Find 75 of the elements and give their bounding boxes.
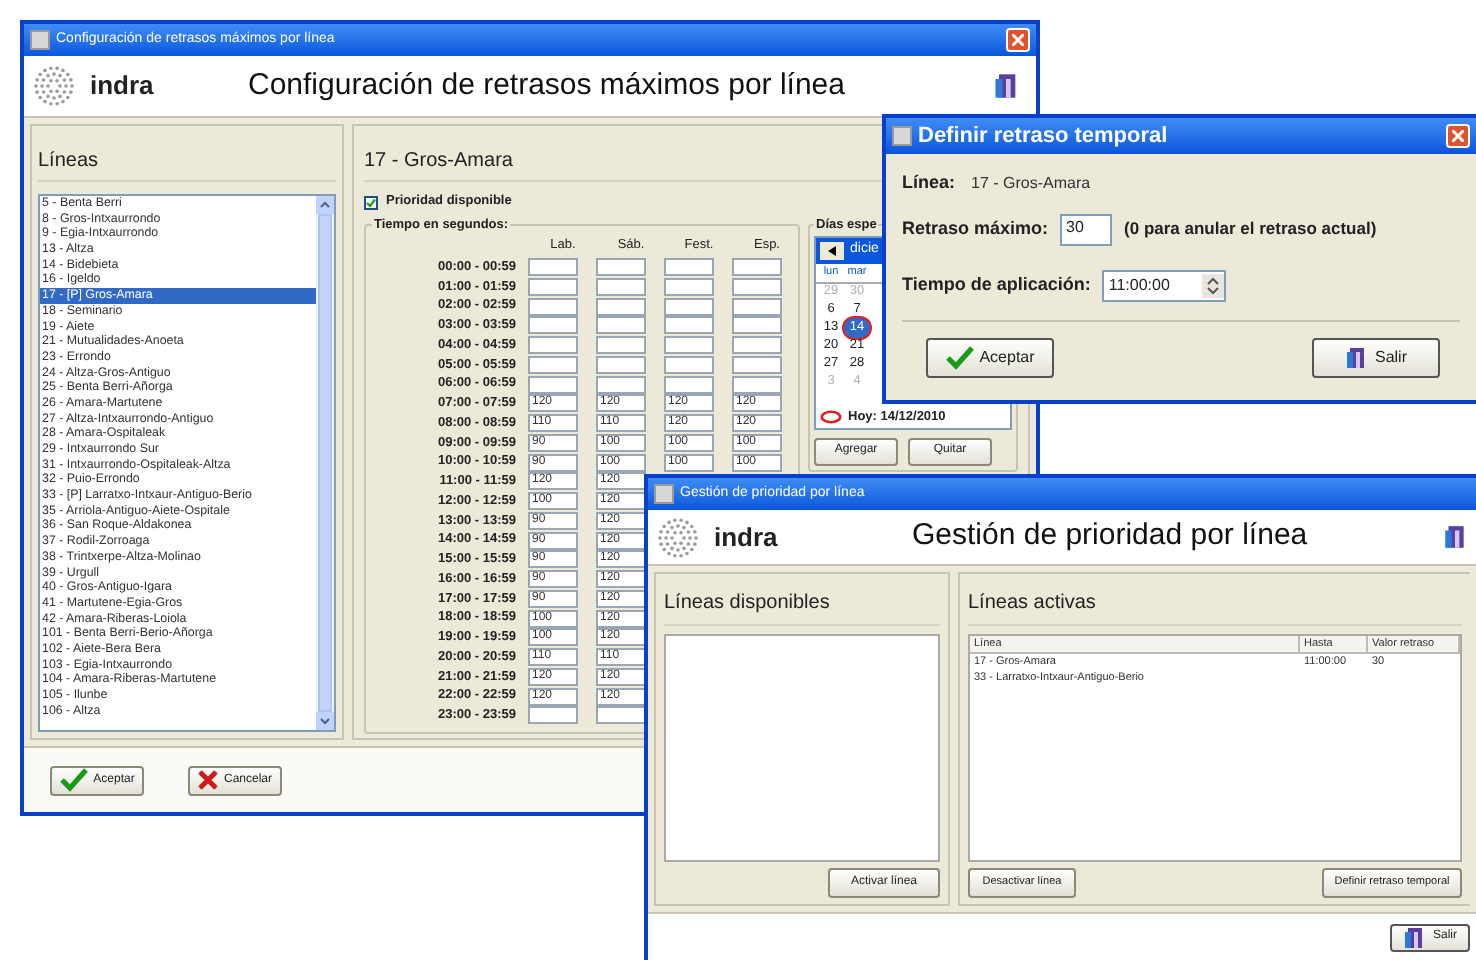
- delay-field[interactable]: [664, 258, 714, 277]
- logo-text: indra: [714, 519, 778, 556]
- delay-field[interactable]: [528, 316, 578, 335]
- time-field[interactable]: 11:00:00: [1102, 270, 1227, 302]
- delay-field[interactable]: [596, 336, 646, 355]
- delay-field[interactable]: [732, 355, 782, 374]
- app-icon: [892, 126, 912, 146]
- scroll-up-icon: [316, 196, 334, 214]
- delay-field[interactable]: [664, 375, 714, 394]
- delay-field[interactable]: [732, 375, 782, 394]
- panel-label: Líneas: [38, 148, 99, 176]
- delay-field[interactable]: [664, 336, 714, 355]
- door-icon: [1402, 925, 1427, 949]
- button[interactable]: Aceptar: [926, 338, 1054, 378]
- delay-field[interactable]: [528, 258, 578, 277]
- hint-text: (0 para anular el retraso actual): [1124, 216, 1377, 242]
- logo-icon: [656, 515, 700, 559]
- time-value: 11:00:00: [1108, 274, 1172, 298]
- delay-field[interactable]: [596, 258, 646, 277]
- delay-field[interactable]: [528, 297, 578, 316]
- app-icon: [654, 484, 674, 504]
- delay-field[interactable]: [528, 706, 578, 725]
- check-icon: [366, 197, 376, 207]
- field-label: Tiempo de aplicación:: [902, 272, 1091, 299]
- delay-field[interactable]: [732, 297, 782, 316]
- delay-field[interactable]: [596, 706, 646, 725]
- delay-field[interactable]: [664, 297, 714, 316]
- max-delay-field[interactable]: 30: [1060, 213, 1113, 245]
- previous-month-button[interactable]: [820, 241, 844, 260]
- scroll-thumb[interactable]: [318, 214, 332, 712]
- header-title: Gestión de prioridad por línea: [912, 516, 1308, 557]
- close-button[interactable]: [1006, 28, 1030, 52]
- line-title: 17 - Gros-Amara: [364, 148, 513, 176]
- delay-field[interactable]: [596, 355, 646, 374]
- logo-icon: [32, 64, 76, 108]
- panel-label: Líneas activas: [968, 590, 1096, 618]
- window-title: Definir retraso temporal: [918, 121, 1168, 152]
- delay-field[interactable]: [664, 316, 714, 335]
- line-value: 17 - Gros-Amara: [971, 172, 1091, 196]
- left-arrow-icon: [828, 245, 836, 256]
- delay-field[interactable]: [732, 336, 782, 355]
- header-title: Configuración de retrasos máximos por línea: [248, 65, 845, 106]
- delay-field[interactable]: [596, 375, 646, 394]
- delay-field[interactable]: [732, 258, 782, 277]
- scroll-down-icon: [316, 712, 334, 730]
- checkmark-icon: [945, 346, 974, 370]
- field-label: Línea:: [902, 170, 956, 197]
- app-icon: [30, 30, 50, 50]
- checkmark-icon: [59, 768, 88, 792]
- delay-field[interactable]: [528, 277, 578, 296]
- spinner-icon[interactable]: [1202, 274, 1225, 298]
- delay-field[interactable]: [596, 297, 646, 316]
- delay-field[interactable]: [596, 277, 646, 296]
- button[interactable]: Salir: [1312, 338, 1440, 378]
- checkbox[interactable]: [364, 195, 378, 209]
- field-label: Retraso máximo:: [902, 215, 1049, 242]
- today-marker-icon: [820, 410, 842, 425]
- door-icon: [1442, 524, 1468, 550]
- delay-field[interactable]: [528, 355, 578, 374]
- cross-icon: [197, 770, 218, 790]
- door-icon: [1344, 346, 1369, 370]
- delay-field[interactable]: [732, 277, 782, 296]
- close-icon: [1452, 130, 1464, 142]
- close-icon: [1012, 34, 1024, 46]
- delay-field[interactable]: [528, 336, 578, 355]
- panel-label: Líneas disponibles: [664, 590, 830, 618]
- logo-text: indra: [90, 68, 154, 105]
- delay-field[interactable]: [528, 375, 578, 394]
- door-icon: [992, 72, 1020, 100]
- close-button[interactable]: [1446, 124, 1470, 148]
- delay-field[interactable]: [664, 277, 714, 296]
- delay-field[interactable]: [732, 316, 782, 335]
- delay-field[interactable]: [596, 316, 646, 335]
- delay-field[interactable]: [664, 355, 714, 374]
- scrollbar[interactable]: [316, 196, 334, 730]
